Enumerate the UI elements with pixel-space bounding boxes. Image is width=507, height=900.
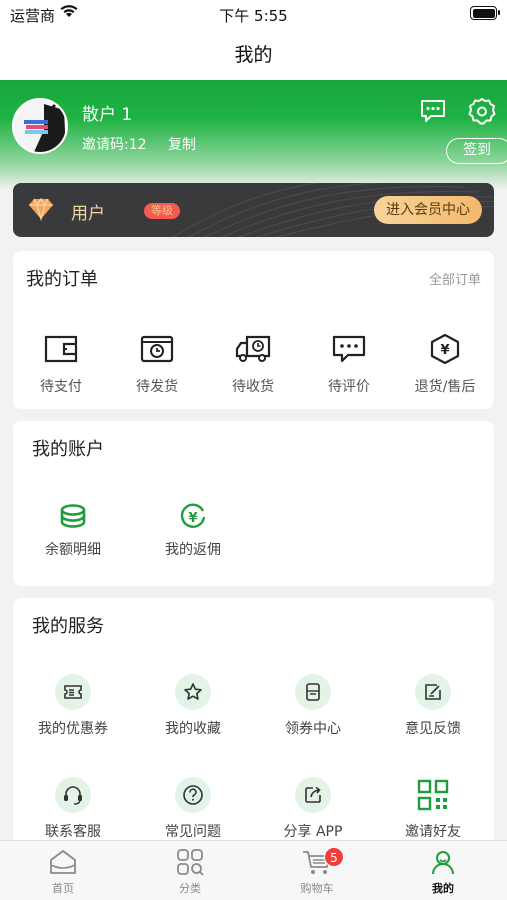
level-badge: 等级 bbox=[144, 203, 180, 219]
clock: 下午 5:55 bbox=[219, 7, 288, 25]
account-label: 我的返佣 bbox=[165, 542, 221, 558]
all-orders-link[interactable]: 全部订单 bbox=[429, 269, 481, 288]
my-commission[interactable]: ¥ 我的返佣 bbox=[133, 503, 253, 559]
qrcode-icon bbox=[415, 777, 451, 813]
order-pending-receipt[interactable]: 待收货 bbox=[205, 329, 301, 396]
comment-icon bbox=[301, 329, 397, 369]
account-label: 余额明细 bbox=[45, 542, 101, 558]
settings-gear-icon[interactable] bbox=[468, 97, 496, 125]
service-label: 我的收藏 bbox=[165, 721, 221, 737]
account-title: 我的账户 bbox=[32, 439, 104, 460]
tab-label: 分类 bbox=[179, 882, 201, 895]
headset-icon bbox=[55, 777, 91, 813]
category-icon bbox=[150, 847, 230, 877]
question-icon bbox=[175, 777, 211, 813]
coupon-icon bbox=[55, 674, 91, 710]
message-icon[interactable] bbox=[419, 98, 447, 124]
battery-icon bbox=[470, 6, 500, 20]
profile-header: 散户 1 邀请码:12 复制 签到 bbox=[0, 80, 507, 190]
order-pending-payment[interactable]: 待支付 bbox=[13, 329, 109, 396]
truck-icon bbox=[205, 329, 301, 369]
tab-label: 首页 bbox=[52, 882, 74, 895]
services-title: 我的服务 bbox=[32, 616, 104, 637]
user-name: 散户 1 bbox=[82, 105, 133, 125]
page-title: 我的 bbox=[234, 44, 273, 66]
balance-details[interactable]: 余额明细 bbox=[13, 503, 133, 559]
tab-category[interactable]: 分类 bbox=[150, 847, 230, 896]
clock-box-icon bbox=[109, 329, 205, 369]
svg-text:¥: ¥ bbox=[440, 343, 449, 358]
cart-icon bbox=[277, 847, 357, 877]
user-icon bbox=[403, 847, 483, 877]
service-faq[interactable]: 常见问题 bbox=[133, 777, 253, 841]
order-after-sales[interactable]: ¥ 退货/售后 bbox=[397, 329, 493, 396]
tab-bar: 首页 分类 购物车 5 我的 bbox=[0, 840, 507, 900]
service-label: 意见反馈 bbox=[405, 721, 461, 737]
service-invite-friends[interactable]: 邀请好友 bbox=[373, 777, 493, 841]
diamond-icon bbox=[28, 197, 54, 225]
tab-cart[interactable]: 购物车 5 bbox=[277, 847, 357, 896]
yuan-circle-icon: ¥ bbox=[133, 503, 253, 531]
home-icon bbox=[23, 847, 103, 877]
coupon-center-icon bbox=[295, 674, 331, 710]
service-coupons[interactable]: 我的优惠券 bbox=[13, 674, 133, 738]
avatar[interactable] bbox=[12, 98, 68, 154]
order-label: 待支付 bbox=[40, 379, 82, 395]
nav-bar: 我的 bbox=[0, 30, 507, 80]
service-customer-support[interactable]: 联系客服 bbox=[13, 777, 133, 841]
order-label: 待发货 bbox=[136, 379, 178, 395]
tab-mine[interactable]: 我的 bbox=[403, 847, 483, 896]
service-coupon-center[interactable]: 领券中心 bbox=[253, 674, 373, 738]
member-center-button[interactable]: 进入会员中心 bbox=[374, 196, 482, 224]
service-label: 常见问题 bbox=[165, 824, 221, 840]
account-card: 我的账户 余额明细 ¥ 我的返佣 bbox=[13, 421, 494, 586]
wallet-icon bbox=[13, 329, 109, 369]
coins-stack-icon bbox=[13, 503, 133, 531]
order-label: 待评价 bbox=[328, 379, 370, 395]
share-icon bbox=[295, 777, 331, 813]
tab-label: 我的 bbox=[432, 882, 454, 895]
order-label: 退货/售后 bbox=[414, 379, 476, 395]
star-icon bbox=[175, 674, 211, 710]
service-favorites[interactable]: 我的收藏 bbox=[133, 674, 253, 738]
member-card[interactable]: 用户 等级 进入会员中心 bbox=[13, 183, 494, 237]
service-label: 我的优惠券 bbox=[38, 721, 108, 737]
tab-home[interactable]: 首页 bbox=[23, 847, 103, 896]
service-share-app[interactable]: 分享 APP bbox=[253, 777, 373, 841]
orders-title: 我的订单 bbox=[26, 269, 98, 290]
service-label: 联系客服 bbox=[45, 824, 101, 840]
service-label: 邀请好友 bbox=[405, 824, 461, 840]
yuan-hexagon-icon: ¥ bbox=[397, 329, 493, 369]
status-bar: 运营商 下午 5:55 bbox=[0, 0, 507, 30]
service-label: 分享 APP bbox=[283, 824, 343, 840]
signin-button[interactable]: 签到 bbox=[446, 138, 507, 164]
order-label: 待收货 bbox=[232, 379, 274, 395]
feedback-icon bbox=[415, 674, 451, 710]
copy-button[interactable]: 复制 bbox=[168, 134, 196, 154]
cart-count-badge: 5 bbox=[324, 847, 344, 867]
svg-text:¥: ¥ bbox=[188, 511, 197, 526]
order-pending-review[interactable]: 待评价 bbox=[301, 329, 397, 396]
services-card: 我的服务 我的优惠券 我的收藏 领券中心 意见反馈 联系客服 常见问题 分享 A… bbox=[13, 598, 494, 848]
service-feedback[interactable]: 意见反馈 bbox=[373, 674, 493, 738]
tab-label: 购物车 bbox=[300, 882, 334, 895]
orders-card: 我的订单 全部订单 待支付 待发货 待收货 待评价 ¥ 退货/售后 bbox=[13, 251, 494, 409]
invite-code: 邀请码:12 bbox=[82, 137, 147, 153]
member-user-label: 用户 bbox=[71, 204, 105, 224]
order-pending-shipment[interactable]: 待发货 bbox=[109, 329, 205, 396]
service-label: 领券中心 bbox=[285, 721, 341, 737]
